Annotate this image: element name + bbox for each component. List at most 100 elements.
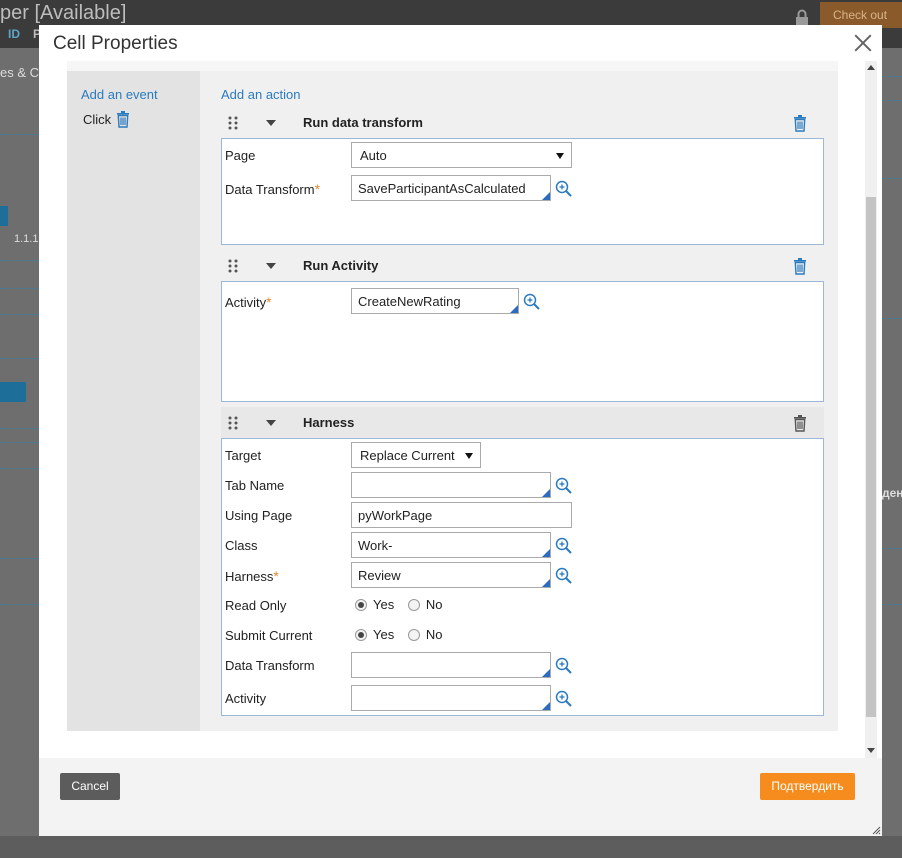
action-title: Harness [303,415,355,430]
confirm-button[interactable]: Подтвердить [760,773,855,800]
activity-input[interactable]: CreateNewRating [351,288,519,314]
action-header-harness[interactable]: Harness [221,407,824,438]
magnifier-zoom-icon[interactable] [523,293,540,310]
data-transform-value: SaveParticipantAsCalculated [358,181,526,196]
target-select-value: Replace Current [360,448,455,463]
magnifier-zoom-icon[interactable] [555,180,572,197]
autocomplete-corner-icon [542,702,550,710]
action-header-run-activity[interactable]: Run Activity [221,250,824,281]
submit-current-radio-group: Yes No [355,627,452,642]
collapse-caret-icon[interactable] [266,263,276,269]
required-asterisk: * [266,294,272,310]
trash-icon[interactable] [793,415,807,432]
background-bar [0,206,8,226]
dialog-content: Add an event Click Add an action Run dat… [67,61,838,731]
scrollbar-thumb[interactable] [866,197,876,717]
read-only-yes-radio[interactable] [355,599,367,611]
trash-icon[interactable] [793,115,807,132]
magnifier-zoom-icon[interactable] [555,657,572,674]
collapse-caret-icon[interactable] [266,120,276,126]
resize-grip-icon[interactable] [872,826,881,835]
target-select[interactable]: Replace Current [351,442,481,468]
action-body-run-activity: Activity* CreateNewRating [221,281,824,402]
drag-handle-icon[interactable] [228,259,238,273]
dropdown-arrow-icon [465,453,473,459]
harness-data-transform-input[interactable] [351,652,551,678]
submit-current-yes-radio[interactable] [355,629,367,641]
magnifier-zoom-icon[interactable] [555,537,572,554]
action-header-run-data-transform[interactable]: Run data transform [221,107,824,138]
harness-value: Review [358,568,401,583]
background-right-snippet: ден [882,486,902,500]
scroll-down-arrow-icon[interactable] [867,748,875,753]
vertical-scrollbar[interactable] [865,61,877,758]
data-transform-label: Data Transform* [225,181,321,197]
background-right-strip: ден [882,48,902,858]
page-label: Page [225,148,256,163]
read-only-no-label: No [425,597,443,612]
target-row: Target Replace Current [225,442,815,468]
background-divider [882,76,902,77]
harness-label: Harness* [225,568,279,584]
page-select-value: Auto [360,148,387,163]
using-page-input[interactable]: pyWorkPage [351,502,572,528]
read-only-yes-label: Yes [373,597,395,612]
add-action-link[interactable]: Add an action [221,87,301,102]
background-divider [0,358,39,359]
read-only-row: Read Only Yes No [225,592,815,618]
background-divider [882,100,902,101]
collapse-caret-icon[interactable] [266,420,276,426]
magnifier-zoom-icon[interactable] [555,477,572,494]
content-top-strip [67,61,838,71]
page-select[interactable]: Auto [351,142,572,168]
required-asterisk: * [273,568,279,584]
background-divider [0,558,39,559]
autocomplete-corner-icon [510,305,518,313]
action-title: Run data transform [303,115,423,130]
harness-input[interactable]: Review [351,562,551,588]
read-only-no-radio[interactable] [407,599,420,611]
harness-data-transform-label: Data Transform [225,658,315,673]
harness-activity-input[interactable] [351,685,551,711]
autocomplete-corner-icon [542,579,550,587]
page-row: Page Auto [225,142,815,168]
background-divider [0,134,39,135]
class-row: Class Work- [225,532,815,558]
magnifier-zoom-icon[interactable] [555,567,572,584]
read-only-radio-group: Yes No [355,597,452,612]
background-left-strip: es & C 1.1.1 [0,48,39,858]
tab-name-input[interactable] [351,472,551,498]
harness-activity-row: Activity [225,685,815,711]
scroll-up-arrow-icon[interactable] [867,65,875,70]
submit-current-no-label: No [425,627,443,642]
trash-icon[interactable] [116,111,130,128]
magnifier-zoom-icon[interactable] [555,690,572,707]
background-divider [0,260,39,261]
class-input[interactable]: Work- [351,532,551,558]
cancel-button[interactable]: Cancel [60,773,120,800]
drag-handle-icon[interactable] [228,116,238,130]
background-footer [0,836,902,858]
add-event-link[interactable]: Add an event [81,87,158,102]
drag-handle-icon[interactable] [228,416,238,430]
harness-activity-label: Activity [225,691,267,706]
actions-panel: Add an action Run data transform Page Au… [200,61,838,731]
background-bar [0,382,26,402]
trash-icon[interactable] [793,258,807,275]
action-body-run-data-transform: Page Auto Data Transform* SaveParticipan… [221,138,824,245]
data-transform-input[interactable]: SaveParticipantAsCalculated [351,175,551,201]
background-divider [0,442,39,443]
events-panel: Add an event Click [67,61,200,731]
autocomplete-corner-icon [542,549,550,557]
event-click-label[interactable]: Click [83,112,111,127]
dropdown-arrow-icon [556,153,564,159]
submit-current-yes-label: Yes [373,627,395,642]
dialog-footer: Cancel Подтвердить [39,758,882,836]
background-tab-id: ID [8,27,20,41]
action-title: Run Activity [303,258,379,273]
submit-current-no-radio[interactable] [407,629,420,641]
close-icon[interactable] [853,33,873,53]
using-page-label: Using Page [225,508,293,523]
background-divider [0,468,39,469]
autocomplete-corner-icon [542,669,550,677]
